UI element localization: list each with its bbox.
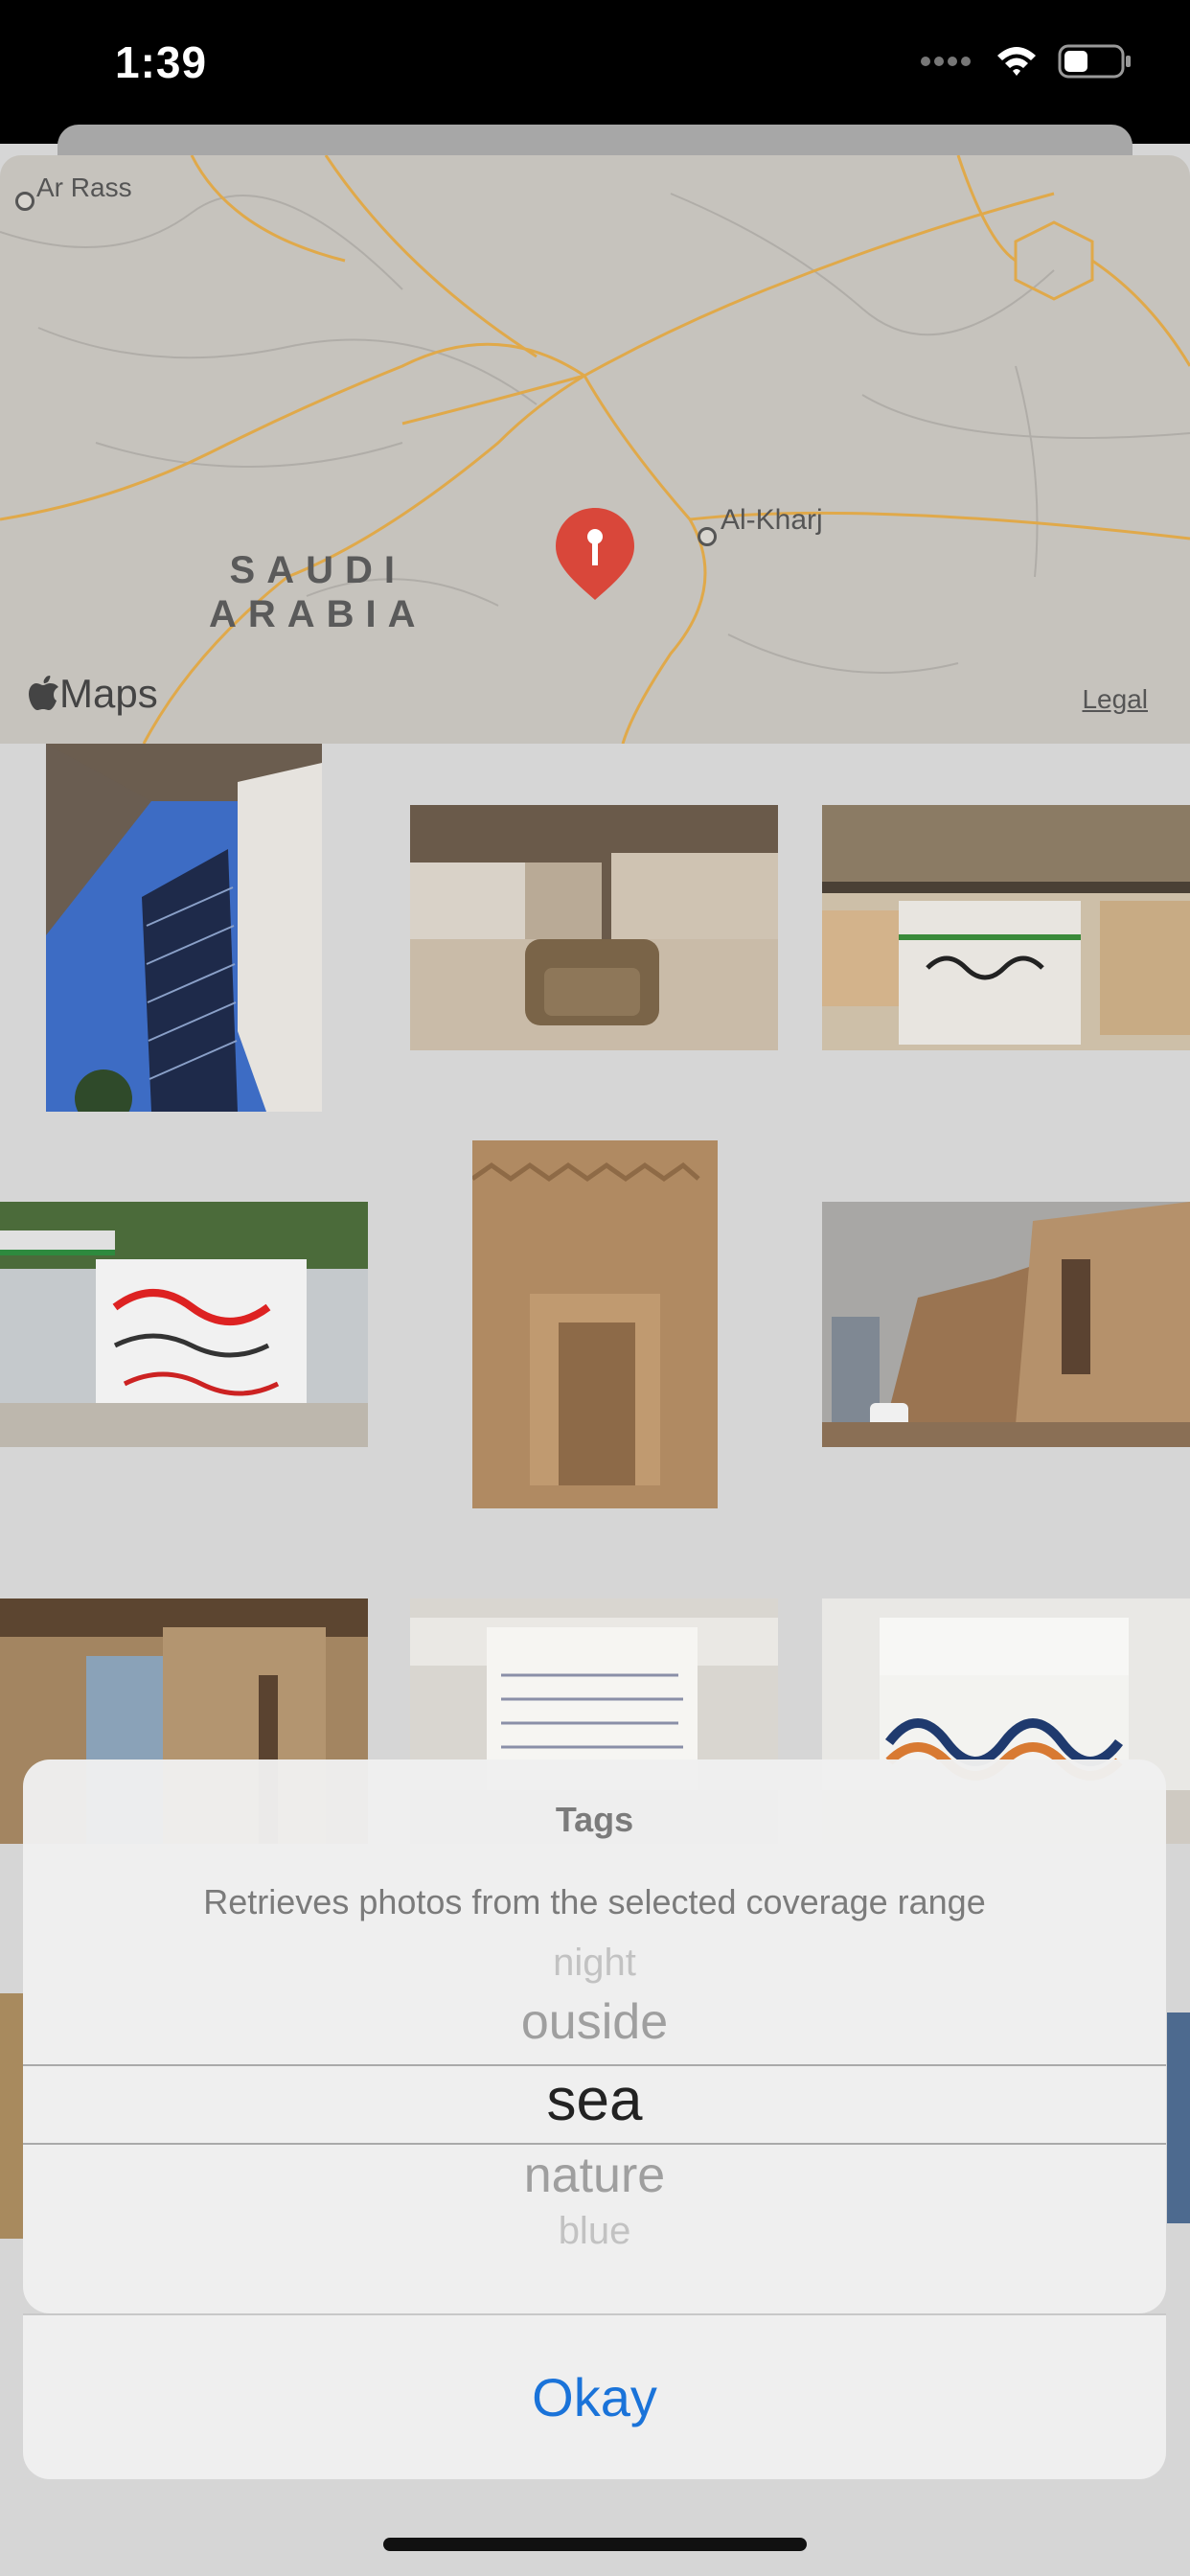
picker-option-selected[interactable]: sea (23, 2066, 1166, 2134)
photo-thumbnail-6[interactable] (822, 1202, 1190, 1447)
city-marker-al-kharj (698, 527, 717, 546)
sheet-message: Retrieves photos from the selected cover… (203, 1882, 986, 1921)
picker-option[interactable]: night (23, 1942, 1166, 1985)
signal-icon (921, 57, 971, 66)
status-icons (920, 43, 1133, 80)
photo-thumbnail-3[interactable] (822, 805, 1190, 1050)
status-bar: 1:39 (0, 0, 1190, 144)
maps-logo: Maps (29, 671, 158, 717)
country-label: SAUDI ARABIA (209, 548, 427, 636)
apple-logo-icon (29, 676, 58, 710)
map-roads (0, 155, 1190, 744)
battery-icon (1058, 44, 1131, 79)
home-indicator[interactable] (383, 2538, 807, 2551)
sheet-title: Tags (555, 1800, 634, 1839)
photo-thumbnail-5[interactable] (472, 1140, 718, 1508)
map-view[interactable]: Ar Rass Al-Kharj SAUDI ARABIA Maps Legal (0, 155, 1190, 744)
okay-button[interactable]: Okay (23, 2313, 1166, 2479)
legal-link[interactable]: Legal (1082, 684, 1148, 715)
city-marker-ar-rass (15, 192, 34, 211)
country-label-line-1: SAUDI (229, 549, 406, 591)
picker-option[interactable]: blue (23, 2210, 1166, 2253)
photo-thumbnail-1[interactable] (46, 744, 322, 1112)
city-label-al-kharj: Al-Kharj (721, 504, 823, 536)
photo-thumbnail-11[interactable] (1167, 2012, 1190, 2223)
maps-logo-text: Maps (59, 671, 158, 716)
country-label-line-2: ARABIA (209, 593, 427, 635)
city-label-ar-rass: Ar Rass (36, 172, 132, 202)
photo-thumbnail-2[interactable] (410, 805, 778, 1050)
wifi-icon (997, 47, 1036, 76)
location-pin-icon[interactable] (554, 506, 636, 602)
photo-thumbnail-10[interactable] (0, 1993, 23, 2239)
tag-picker-sheet: Tags Retrieves photos from the selected … (23, 1760, 1166, 2313)
photo-thumbnail-4[interactable] (0, 1202, 368, 1447)
status-time: 1:39 (115, 37, 208, 87)
picker-option[interactable]: nature (23, 2147, 1166, 2204)
picker-option[interactable]: ouside (23, 1993, 1166, 2051)
